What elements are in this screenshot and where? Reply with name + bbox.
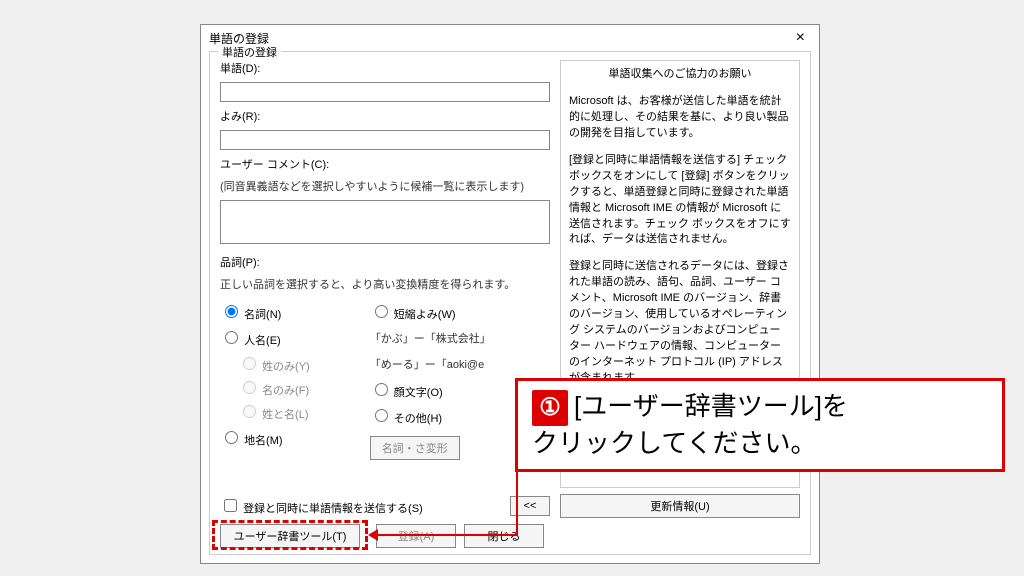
send-checkbox[interactable]: 登録と同時に単語情報を送信する(S): [220, 496, 423, 516]
pos-other[interactable]: その他(H): [370, 406, 491, 426]
reading-input[interactable]: [220, 130, 550, 150]
pos-noun[interactable]: 名詞(N): [220, 302, 310, 322]
annotation-callout: ①[ユーザー辞書ツール]を クリックしてください。: [515, 378, 1005, 472]
info-p2: [登録と同時に単語情報を送信する] チェック ボックスをオンにして [登録] ボ…: [569, 153, 791, 249]
pos-hint: 正しい品詞を選択すると、より高い変換精度を得られます。: [220, 276, 550, 292]
example-1: 「かぶ」ー「株式会社」: [370, 330, 491, 346]
pos-place[interactable]: 地名(M): [220, 428, 310, 448]
reading-label: よみ(R):: [220, 108, 550, 124]
pos-radio-group: 名詞(N) 人名(E) 姓のみ(Y) 名のみ(F) 姓と名(L) 地名(M) 短…: [220, 302, 550, 460]
annotation-number: ①: [532, 390, 568, 426]
group-legend: 単語の登録: [218, 44, 281, 60]
pos-given-only[interactable]: 名のみ(F): [238, 378, 310, 398]
close-button[interactable]: 閉じる: [464, 524, 544, 548]
pos-full-name[interactable]: 姓と名(L): [238, 402, 310, 422]
pos-person[interactable]: 人名(E): [220, 328, 310, 348]
word-label: 単語(D):: [220, 60, 550, 76]
pos-emoji[interactable]: 顔文字(O): [370, 380, 491, 400]
pos-surname-only[interactable]: 姓のみ(Y): [238, 354, 310, 374]
main-groupbox: 単語の登録 単語(D): よみ(R): ユーザー コメント(C): (同音異義語…: [209, 51, 811, 555]
info-p1: Microsoft は、お客様が送信した単語を統計的に処理し、その結果を基に、よ…: [569, 94, 791, 142]
annotation-connector: [516, 462, 518, 536]
register-button[interactable]: 登録(A): [376, 524, 456, 548]
comment-hint: (同音異義語などを選択しやすいように候補一覧に表示します): [220, 178, 550, 194]
update-info-button[interactable]: 更新情報(U): [560, 494, 800, 518]
pos-short[interactable]: 短縮よみ(W): [370, 302, 491, 322]
word-register-dialog: 単語の登録 × 単語の登録 単語(D): よみ(R): ユーザー コメント(C)…: [200, 24, 820, 564]
comment-input[interactable]: [220, 200, 550, 244]
titlebar: 単語の登録 ×: [201, 25, 819, 51]
comment-label: ユーザー コメント(C):: [220, 156, 550, 172]
annotation-arrow: [370, 534, 518, 536]
close-icon[interactable]: ×: [790, 28, 811, 48]
annotation-text-1: [ユーザー辞書ツール]を: [574, 391, 848, 421]
annotation-text-2: クリックしてください。: [532, 428, 816, 458]
pos-label: 品詞(P):: [220, 254, 550, 270]
example-2: 「めーる」ー「aoki@e: [370, 356, 491, 372]
info-title: 単語収集へのご協力のお願い: [569, 67, 791, 83]
user-dictionary-tool-button[interactable]: ユーザー辞書ツール(T): [220, 524, 360, 548]
word-input[interactable]: [220, 82, 550, 102]
inflection-button[interactable]: 名詞・さ変形: [370, 436, 460, 460]
info-p3: 登録と同時に送信されるデータには、登録された単語の読み、語句、品詞、ユーザー コ…: [569, 259, 791, 387]
